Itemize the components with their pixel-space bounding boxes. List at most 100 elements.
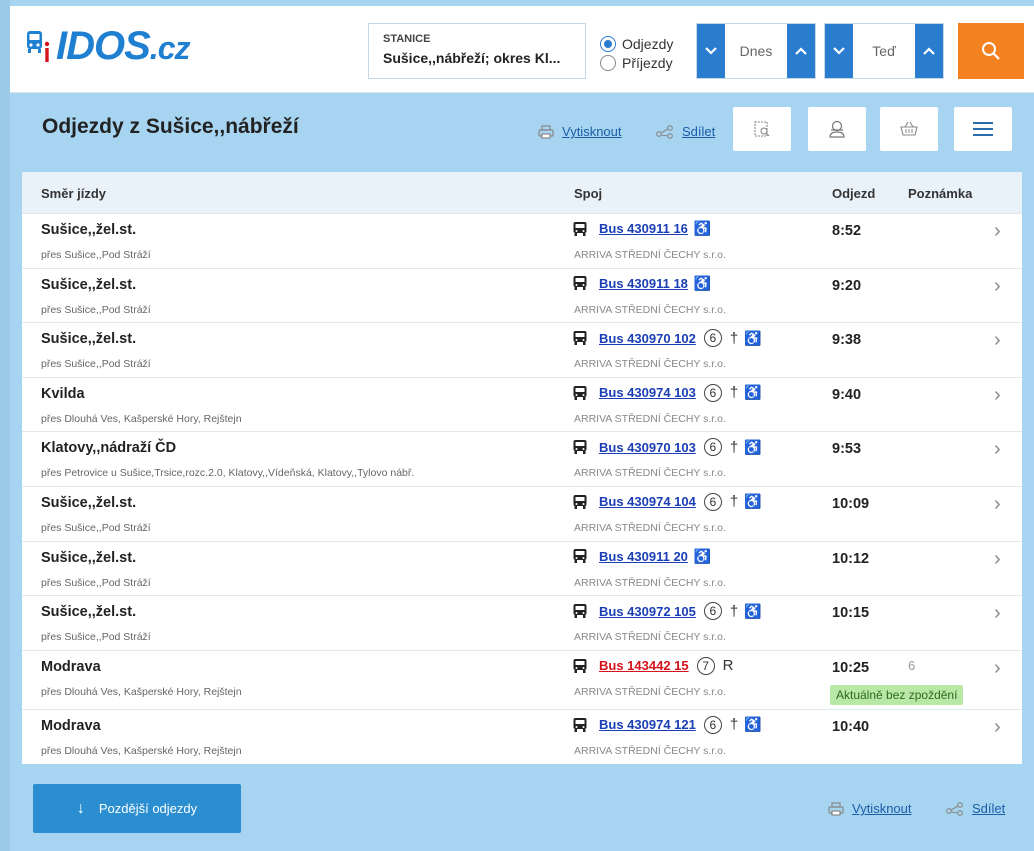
departures-table: Směr jízdy Spoj Odjezd Poznámka Sušice,,… bbox=[22, 172, 1022, 764]
bus-link[interactable]: Bus 430911 18 bbox=[599, 276, 688, 291]
chevron-right-icon[interactable]: › bbox=[994, 329, 1001, 352]
document-search-icon bbox=[754, 121, 770, 137]
later-departures-button[interactable]: ↓ Pozdější odjezdy bbox=[33, 784, 241, 833]
row-connection: Bus 143442 15 7 R bbox=[572, 656, 733, 675]
row-departure-time: 9:38 bbox=[832, 332, 862, 349]
row-connection: Bus 430972 105 6 † ♿ bbox=[572, 602, 762, 621]
footer-print-link[interactable]: Vytisknout bbox=[828, 801, 912, 816]
row-carrier: ARRIVA STŘEDNÍ ČECHY s.r.o. bbox=[574, 358, 726, 371]
radio-departures-button[interactable] bbox=[600, 35, 616, 52]
print-link[interactable]: Vytisknout bbox=[538, 124, 622, 139]
row-destination: Modrava bbox=[41, 717, 101, 734]
row-destination: Klatovy,,nádraží ČD bbox=[41, 440, 177, 457]
bus-link[interactable]: Bus 430974 104 bbox=[599, 494, 696, 509]
column-connection: Spoj bbox=[574, 186, 603, 201]
wheelchair-icon: ♿ bbox=[693, 220, 712, 236]
chevron-right-icon[interactable]: › bbox=[994, 220, 1001, 243]
table-row[interactable]: Sušice,,žel.st. přes Sušice,,Pod Stráží Bu… bbox=[22, 213, 1022, 268]
printer-icon bbox=[828, 801, 844, 816]
table-row[interactable]: Modrava přes Dlouhá Ves, Kašperské Hory, … bbox=[22, 649, 1022, 709]
row-destination: Kvilda bbox=[41, 385, 85, 402]
bus-icon bbox=[573, 604, 587, 619]
row-connection: Bus 430911 16 ♿ bbox=[572, 220, 711, 237]
bus-icon bbox=[573, 717, 587, 732]
chevron-right-icon[interactable]: › bbox=[994, 275, 1001, 298]
radio-arrivals[interactable]: Příjezdy bbox=[600, 53, 673, 72]
bus-link[interactable]: Bus 430970 103 bbox=[599, 440, 696, 455]
row-carrier: ARRIVA STŘEDNÍ ČECHY s.r.o. bbox=[574, 303, 726, 316]
bus-link[interactable]: Bus 430974 121 bbox=[599, 717, 696, 732]
date-value[interactable]: Dnes bbox=[725, 24, 787, 78]
table-row[interactable]: Klatovy,,nádraží ČD přes Petrovice u Suši… bbox=[22, 431, 1022, 486]
menu-button[interactable] bbox=[954, 107, 1012, 151]
row-destination: Sušice,,žel.st. bbox=[41, 222, 137, 238]
logo[interactable]: IDOS.cz bbox=[26, 24, 190, 68]
table-body: Sušice,,žel.st. přes Sušice,,Pod Stráží Bu… bbox=[22, 213, 1022, 763]
station-input[interactable]: STANICE Sušice,,nábřeží; okres Kl... bbox=[368, 23, 586, 79]
chevron-right-icon[interactable]: › bbox=[994, 657, 1001, 680]
time-prev-button[interactable] bbox=[825, 24, 853, 78]
chevron-right-icon[interactable]: › bbox=[994, 438, 1001, 461]
mode-radio-group: Odjezdy Příjezdy bbox=[600, 34, 673, 72]
radio-arrivals-button[interactable] bbox=[600, 54, 616, 71]
share-link[interactable]: Sdílet bbox=[656, 124, 715, 139]
table-header: Směr jízdy Spoj Odjezd Poznámka bbox=[22, 172, 1022, 213]
row-via: přes Dlouhá Ves, Kašperské Hory, Rejštej… bbox=[41, 412, 242, 425]
hamburger-menu-icon bbox=[973, 122, 993, 136]
row-note: 6 bbox=[908, 657, 916, 673]
row-destination: Sušice,,žel.st. bbox=[41, 494, 137, 511]
table-row[interactable]: Sušice,,žel.st. přes Sušice,,Pod Stráží Bu… bbox=[22, 595, 1022, 650]
wheelchair-icon: ♿ bbox=[744, 716, 762, 733]
table-row[interactable]: Modrava přes Dlouhá Ves, Kašperské Hory, … bbox=[22, 708, 1022, 764]
chevron-right-icon[interactable]: › bbox=[994, 716, 1001, 739]
chevron-right-icon[interactable]: › bbox=[994, 548, 1001, 571]
logo-text: IDOS.cz bbox=[56, 24, 190, 68]
table-row[interactable]: Sušice,,žel.st. přes Sušice,,Pod Stráží Bu… bbox=[22, 540, 1022, 596]
row-connection: Bus 430911 18 ♿ bbox=[572, 275, 711, 292]
bus-link[interactable]: Bus 143442 15 bbox=[599, 658, 689, 673]
share-icon bbox=[656, 124, 673, 139]
row-destination: Modrava bbox=[41, 658, 101, 675]
bus-link[interactable]: Bus 430911 16 bbox=[599, 221, 688, 236]
user-button[interactable] bbox=[808, 107, 866, 151]
row-via: přes Sušice,,Pod Stráží bbox=[41, 249, 151, 261]
table-row[interactable]: Sušice,,žel.st. přes Sušice,,Pod Stráží Bu… bbox=[22, 322, 1022, 377]
date-prev-button[interactable] bbox=[697, 24, 725, 78]
radio-departures[interactable]: Odjezdy bbox=[600, 34, 673, 53]
timetable-search-button[interactable] bbox=[733, 107, 791, 151]
bus-icon bbox=[573, 658, 587, 673]
chevron-right-icon[interactable]: › bbox=[994, 493, 1001, 516]
row-via: přes Sušice,,Pod Stráží bbox=[41, 303, 151, 316]
table-row[interactable]: Sušice,,žel.st. přes Sušice,,Pod Stráží Bu… bbox=[22, 485, 1022, 541]
bus-link[interactable]: Bus 430974 103 bbox=[599, 385, 696, 400]
time-next-button[interactable] bbox=[915, 24, 943, 78]
row-destination: Sušice,,žel.st. bbox=[41, 549, 137, 566]
row-connection: Bus 430911 20 ♿ bbox=[572, 548, 711, 565]
bus-icon bbox=[573, 276, 587, 291]
bus-icon bbox=[573, 221, 587, 236]
radio-departures-label: Odjezdy bbox=[622, 35, 674, 52]
footer-share-link[interactable]: Sdílet bbox=[946, 801, 1005, 816]
holiday-cross-icon: † bbox=[729, 716, 739, 734]
time-value[interactable]: Teď bbox=[853, 24, 915, 78]
date-next-button[interactable] bbox=[787, 24, 815, 78]
share-icon bbox=[946, 801, 963, 816]
wheelchair-icon: ♿ bbox=[693, 547, 712, 564]
row-departure-time: 8:52 bbox=[832, 223, 862, 239]
bus-link[interactable]: Bus 430972 105 bbox=[599, 604, 696, 619]
row-departure-time: 10:40 bbox=[832, 718, 870, 735]
station-label: STANICE bbox=[383, 33, 431, 45]
bus-link[interactable]: Bus 430970 102 bbox=[599, 331, 696, 346]
table-row[interactable]: Kvilda přes Dlouhá Ves, Kašperské Hory, R… bbox=[22, 376, 1022, 432]
chevron-right-icon[interactable]: › bbox=[994, 602, 1001, 625]
basket-button[interactable] bbox=[880, 107, 938, 151]
day-mark-icon: 6 bbox=[703, 329, 722, 348]
delay-status-badge: Aktuálně bez zpoždění bbox=[830, 684, 964, 705]
day-mark-icon: 6 bbox=[703, 492, 722, 511]
search-button[interactable] bbox=[958, 23, 1024, 79]
chevron-right-icon[interactable]: › bbox=[994, 384, 1001, 407]
bus-link[interactable]: Bus 430911 20 bbox=[599, 549, 688, 564]
row-departure-time: 10:25 bbox=[832, 659, 870, 676]
table-row[interactable]: Sušice,,žel.st. přes Sušice,,Pod Stráží Bu… bbox=[22, 267, 1022, 323]
station-value[interactable]: Sušice,,nábřeží; okres Kl... bbox=[383, 50, 585, 66]
